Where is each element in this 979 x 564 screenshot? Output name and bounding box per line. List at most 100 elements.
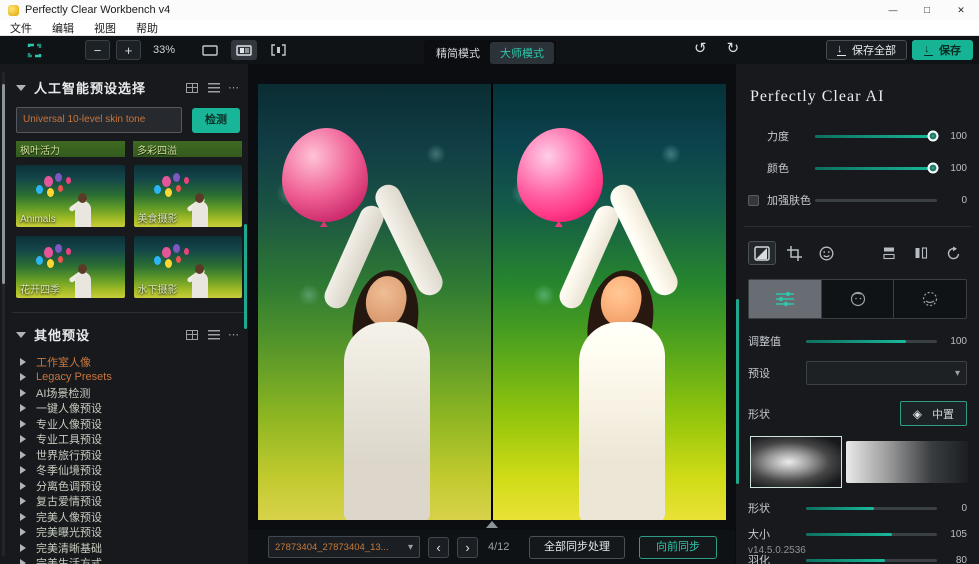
tree-item[interactable]: Legacy Presets	[20, 370, 244, 386]
strength-slider[interactable]	[815, 130, 939, 142]
expand-icon[interactable]	[20, 373, 26, 382]
preset-select[interactable]: ▾	[806, 361, 967, 385]
shape-slider[interactable]	[806, 506, 937, 510]
sidebyside-view-icon[interactable]	[265, 40, 291, 60]
detect-input[interactable]: Universal 10-level skin tone	[16, 107, 182, 133]
split-view-icon[interactable]	[231, 40, 258, 60]
diamond-icon: ◈	[912, 406, 922, 421]
adjust-panel-icon[interactable]	[748, 241, 776, 265]
expand-icon[interactable]	[20, 466, 26, 475]
more-options-icon[interactable]: ⋯	[228, 81, 240, 94]
detect-button[interactable]: 检测	[192, 107, 240, 133]
grid-view-icon[interactable]	[186, 329, 198, 340]
sync-forward-button[interactable]: 向前同步	[639, 535, 717, 559]
tree-item[interactable]: 一键人像预设	[20, 401, 244, 417]
expand-icon[interactable]	[20, 419, 26, 428]
tab-face-retouch[interactable]	[820, 280, 894, 318]
expand-icon[interactable]	[20, 543, 26, 552]
expand-icon[interactable]	[20, 450, 26, 459]
collapse-icon[interactable]	[16, 331, 26, 338]
single-view-icon[interactable]	[197, 40, 223, 60]
size-slider[interactable]	[806, 532, 937, 536]
adjust-value: 100	[950, 335, 967, 347]
tree-item[interactable]: 世界旅行预设	[20, 447, 244, 463]
flip-horizontal-icon[interactable]	[907, 241, 935, 265]
more-options-icon[interactable]: ⋯	[228, 328, 240, 341]
preset-thumbnail-underwater[interactable]: 水下摄影	[133, 236, 242, 298]
rotate-icon[interactable]	[939, 241, 967, 265]
minimize-button[interactable]: —	[887, 4, 899, 16]
previous-image-button[interactable]: ‹	[428, 536, 449, 558]
photo-after[interactable]	[493, 84, 726, 520]
expand-icon[interactable]	[20, 435, 26, 444]
tab-sliders[interactable]	[749, 280, 821, 318]
sync-all-button[interactable]: 全部同步处理	[529, 535, 625, 559]
right-scrollbar-thumb[interactable]	[736, 299, 739, 484]
tree-item[interactable]: 完美曝光预设	[20, 525, 244, 541]
tab-face-sculpt[interactable]	[893, 280, 966, 318]
preset-thumbnail-food[interactable]: 美食摄影	[133, 165, 242, 227]
close-button[interactable]: ✕	[955, 4, 967, 16]
list-view-icon[interactable]	[208, 329, 220, 340]
adjust-value-slider[interactable]	[806, 339, 937, 343]
brush-shape-selected[interactable]	[750, 436, 842, 488]
undo-icon[interactable]: ↺	[694, 39, 707, 59]
color-slider[interactable]	[815, 162, 939, 174]
preset-thumbnail[interactable]: 多彩四溢	[133, 141, 242, 157]
expand-icon[interactable]	[20, 528, 26, 537]
tree-item[interactable]: 冬季仙境预设	[20, 463, 244, 479]
skin-tone-slider[interactable]	[815, 198, 937, 202]
tree-item[interactable]: 分离色调预设	[20, 478, 244, 494]
master-mode-button[interactable]: 大师模式	[490, 42, 554, 64]
expand-icon[interactable]	[20, 497, 26, 506]
grid-view-icon[interactable]	[186, 82, 198, 93]
expand-icon[interactable]	[20, 404, 26, 413]
menu-file[interactable]: 文件	[10, 20, 32, 36]
save-button[interactable]: ↓ 保存	[912, 40, 973, 60]
list-view-icon[interactable]	[208, 82, 220, 93]
tree-item[interactable]: 专业工具预设	[20, 432, 244, 448]
tree-item[interactable]: 完美清晰基础	[20, 540, 244, 556]
expand-icon[interactable]	[20, 481, 26, 490]
brush-shape-gradient[interactable]	[846, 441, 968, 483]
center-button[interactable]: ◈ 中置	[899, 401, 967, 426]
expand-icon[interactable]	[20, 388, 26, 397]
ai-presets-title: 人工智能预设选择	[34, 81, 147, 96]
collapse-icon[interactable]	[16, 84, 26, 91]
feather-slider[interactable]	[806, 558, 937, 562]
menu-view[interactable]: 视图	[94, 20, 116, 36]
crop-icon[interactable]	[780, 241, 808, 265]
app-window: Perfectly Clear Workbench v4 — □ ✕ 文件 编辑…	[0, 0, 979, 564]
preset-thumbnail-animals[interactable]: Animals	[16, 165, 125, 227]
chevron-down-icon: ▾	[954, 367, 960, 379]
file-dropdown[interactable]: 27873404_27873404_13... ▾	[268, 536, 420, 558]
maximize-button[interactable]: □	[921, 4, 933, 16]
face-tool-icon[interactable]	[812, 241, 840, 265]
next-image-button[interactable]: ›	[457, 536, 478, 558]
redo-icon[interactable]: ↻	[727, 39, 740, 59]
simple-mode-button[interactable]: 精简模式	[426, 42, 490, 64]
expand-icon[interactable]	[20, 559, 26, 564]
tree-item[interactable]: 完美生活方式	[20, 556, 244, 564]
tree-item[interactable]: 专业人像预设	[20, 416, 244, 432]
sidebar-scrollbar-thumb[interactable]	[244, 224, 247, 329]
preset-thumbnail-flowers[interactable]: 花开四季	[16, 236, 125, 298]
preset-thumbnail[interactable]: 枫叶活力	[16, 141, 125, 157]
flip-vertical-icon[interactable]	[875, 241, 903, 265]
left-scrollbar-thumb[interactable]	[2, 84, 5, 284]
tree-item[interactable]: 完美人像预设	[20, 509, 244, 525]
tree-item[interactable]: 工作室人像	[20, 354, 244, 370]
expand-icon[interactable]	[20, 512, 26, 521]
tree-item[interactable]: AI场景检测	[20, 385, 244, 401]
menu-help[interactable]: 帮助	[136, 20, 158, 36]
zoom-out-button[interactable]: −	[85, 40, 110, 60]
filmstrip-expand-icon[interactable]	[485, 521, 498, 528]
photo-before[interactable]	[258, 84, 491, 520]
save-all-button[interactable]: ↓ 保存全部	[826, 40, 907, 60]
skin-tone-checkbox[interactable]	[748, 194, 759, 206]
other-presets-list: 工作室人像 Legacy Presets AI场景检测 一键人像预设 专业人像预…	[20, 354, 244, 564]
tree-item[interactable]: 复古爱情预设	[20, 494, 244, 510]
menu-edit[interactable]: 编辑	[52, 20, 74, 36]
zoom-in-button[interactable]: +	[116, 40, 141, 60]
expand-icon[interactable]	[20, 357, 26, 366]
